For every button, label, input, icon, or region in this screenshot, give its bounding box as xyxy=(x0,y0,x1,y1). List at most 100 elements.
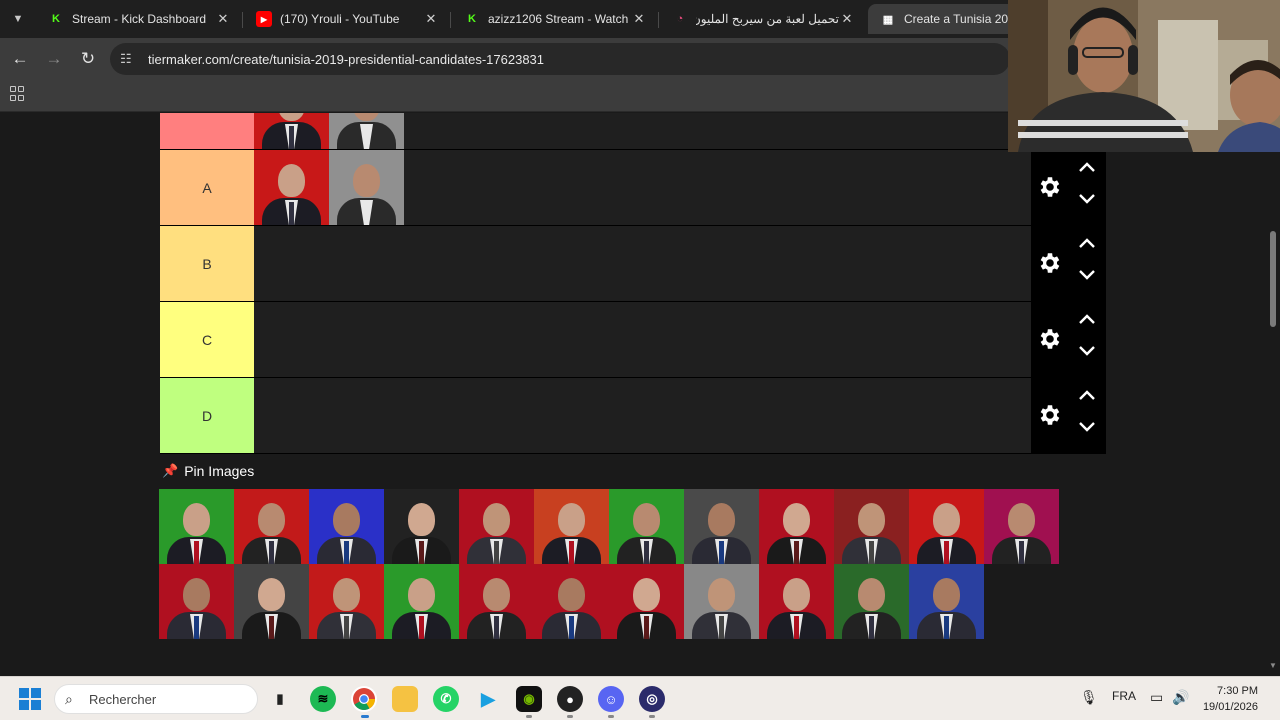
language-indicator[interactable]: FRA xyxy=(1112,689,1136,703)
tab-kick-stream[interactable]: K azizz1206 Stream - Watch Li ✕ xyxy=(452,4,657,34)
tab-title: Create a Tunisia 2019 I xyxy=(904,12,1018,26)
candidate-image[interactable] xyxy=(329,113,404,149)
reload-icon[interactable]: ↻ xyxy=(76,47,100,71)
chrome-icon[interactable] xyxy=(351,686,377,712)
candidate-image[interactable] xyxy=(609,564,684,639)
webcam-feed-image xyxy=(1008,0,1280,152)
pin-images-toggle[interactable]: 📌 Pin Images xyxy=(162,463,254,479)
taskbar-search[interactable]: ⌕ Rechercher xyxy=(54,684,258,714)
chevron-down-icon[interactable] xyxy=(1077,420,1097,434)
volume-icon[interactable]: 🔊 xyxy=(1172,689,1189,706)
tier-items[interactable] xyxy=(254,113,1031,149)
tab-kick-dashboard[interactable]: K Stream - Kick Dashboard ✕ xyxy=(36,4,241,34)
tab-tiermaker[interactable]: ▦ Create a Tunisia 2019 I xyxy=(868,4,1018,34)
url-text[interactable]: tiermaker.com/create/tunisia-2019-presid… xyxy=(148,52,544,67)
tier-label[interactable]: A xyxy=(160,150,254,225)
candidate-image[interactable] xyxy=(159,564,234,639)
gear-icon[interactable] xyxy=(1037,402,1063,428)
tier-items[interactable] xyxy=(254,150,1031,225)
tier-items[interactable] xyxy=(254,302,1031,377)
tab-divider xyxy=(658,12,659,28)
tier-label[interactable] xyxy=(160,113,254,149)
candidate-image[interactable] xyxy=(459,489,534,564)
candidate-image[interactable] xyxy=(384,489,459,564)
open-app-indicator xyxy=(649,715,655,718)
spotify-icon[interactable]: ≋ xyxy=(310,686,336,712)
candidate-image[interactable] xyxy=(534,564,609,639)
candidate-image[interactable] xyxy=(834,564,909,639)
tab-youtube[interactable]: ▶ (170) Yrouli - YouTube ✕ xyxy=(244,4,449,34)
close-tab-icon[interactable]: ✕ xyxy=(215,11,231,27)
file-explorer-icon[interactable] xyxy=(392,686,418,712)
nvidia-icon[interactable]: ◉ xyxy=(516,686,542,712)
chevron-up-icon[interactable] xyxy=(1077,160,1097,174)
candidate-image[interactable] xyxy=(384,564,459,639)
discord-icon[interactable]: ☺ xyxy=(598,686,624,712)
play-store-icon[interactable]: ▶ xyxy=(475,686,501,712)
candidate-image[interactable] xyxy=(159,489,234,564)
image-pool xyxy=(159,489,1059,639)
candidate-image[interactable] xyxy=(759,489,834,564)
forward-arrow-icon[interactable]: → xyxy=(42,47,66,71)
close-tab-icon[interactable]: ✕ xyxy=(631,11,647,27)
tier-label[interactable]: B xyxy=(160,226,254,301)
candidate-image[interactable] xyxy=(254,113,329,149)
candidate-image[interactable] xyxy=(254,150,329,225)
candidate-image[interactable] xyxy=(234,564,309,639)
candidate-image[interactable] xyxy=(909,489,984,564)
tier-controls xyxy=(1031,302,1106,377)
gear-icon[interactable] xyxy=(1037,326,1063,352)
candidate-image[interactable] xyxy=(534,489,609,564)
windows-taskbar: ⌕ Rechercher ▮ ≋ ✆ ▶ ◉ ● ☺ ◎ 🎙 FRA ▭ 🔊 7… xyxy=(0,676,1280,720)
microphone-icon[interactable]: 🎙 xyxy=(1080,689,1098,706)
chevron-up-icon[interactable] xyxy=(1077,388,1097,402)
windows-start-icon[interactable] xyxy=(19,688,41,710)
candidate-image[interactable] xyxy=(834,489,909,564)
tier-label[interactable]: D xyxy=(160,378,254,453)
gear-icon[interactable] xyxy=(1037,250,1063,276)
app-icon[interactable]: ◎ xyxy=(639,686,665,712)
system-clock[interactable]: 7:30 PM 19/01/2026 xyxy=(1203,683,1258,715)
candidate-image[interactable] xyxy=(234,489,309,564)
candidate-image[interactable] xyxy=(684,489,759,564)
chevron-down-icon[interactable] xyxy=(1077,344,1097,358)
candidate-image[interactable] xyxy=(759,564,834,639)
search-placeholder: Rechercher xyxy=(89,691,157,707)
candidate-image[interactable] xyxy=(309,564,384,639)
tab-game-download[interactable]: ◔ تحميل لعبة من سيربح المليون ✕ xyxy=(660,4,865,34)
address-bar[interactable]: ☷ tiermaker.com/create/tunisia-2019-pres… xyxy=(110,43,1010,75)
candidate-image[interactable] xyxy=(909,564,984,639)
tier-controls xyxy=(1031,150,1106,225)
search-icon: ⌕ xyxy=(65,690,73,707)
chevron-up-icon[interactable] xyxy=(1077,236,1097,250)
page-scrollbar[interactable]: ▲ ▼ xyxy=(1266,113,1280,675)
gear-icon[interactable] xyxy=(1037,174,1063,200)
candidate-image[interactable] xyxy=(329,150,404,225)
close-tab-icon[interactable]: ✕ xyxy=(423,11,439,27)
tier-label[interactable]: C xyxy=(160,302,254,377)
network-icon[interactable]: ▭ xyxy=(1150,689,1163,706)
scroll-down-icon[interactable]: ▼ xyxy=(1269,661,1277,670)
apps-grid-icon[interactable] xyxy=(10,86,26,102)
candidate-image[interactable] xyxy=(684,564,759,639)
candidate-image[interactable] xyxy=(609,489,684,564)
obs-icon[interactable]: ● xyxy=(557,686,583,712)
tab-search-chevron-icon[interactable]: ▼ xyxy=(6,7,30,31)
back-arrow-icon[interactable]: ← xyxy=(8,47,32,71)
candidate-image[interactable] xyxy=(459,564,534,639)
tiermaker-icon: ▦ xyxy=(882,13,894,26)
tier-items[interactable] xyxy=(254,378,1031,453)
tier-row-b: B xyxy=(160,226,1106,302)
whatsapp-icon[interactable]: ✆ xyxy=(433,686,459,712)
tab-title: تحميل لعبة من سيربح المليون xyxy=(696,12,839,26)
tier-items[interactable] xyxy=(254,226,1031,301)
chevron-down-icon[interactable] xyxy=(1077,192,1097,206)
task-view-icon[interactable]: ▮ xyxy=(267,686,293,712)
chevron-down-icon[interactable] xyxy=(1077,268,1097,282)
scroll-thumb[interactable] xyxy=(1270,231,1276,327)
close-tab-icon[interactable]: ✕ xyxy=(839,11,855,27)
candidate-image[interactable] xyxy=(984,489,1059,564)
chevron-up-icon[interactable] xyxy=(1077,312,1097,326)
candidate-image[interactable] xyxy=(309,489,384,564)
site-settings-icon[interactable]: ☷ xyxy=(120,51,140,67)
